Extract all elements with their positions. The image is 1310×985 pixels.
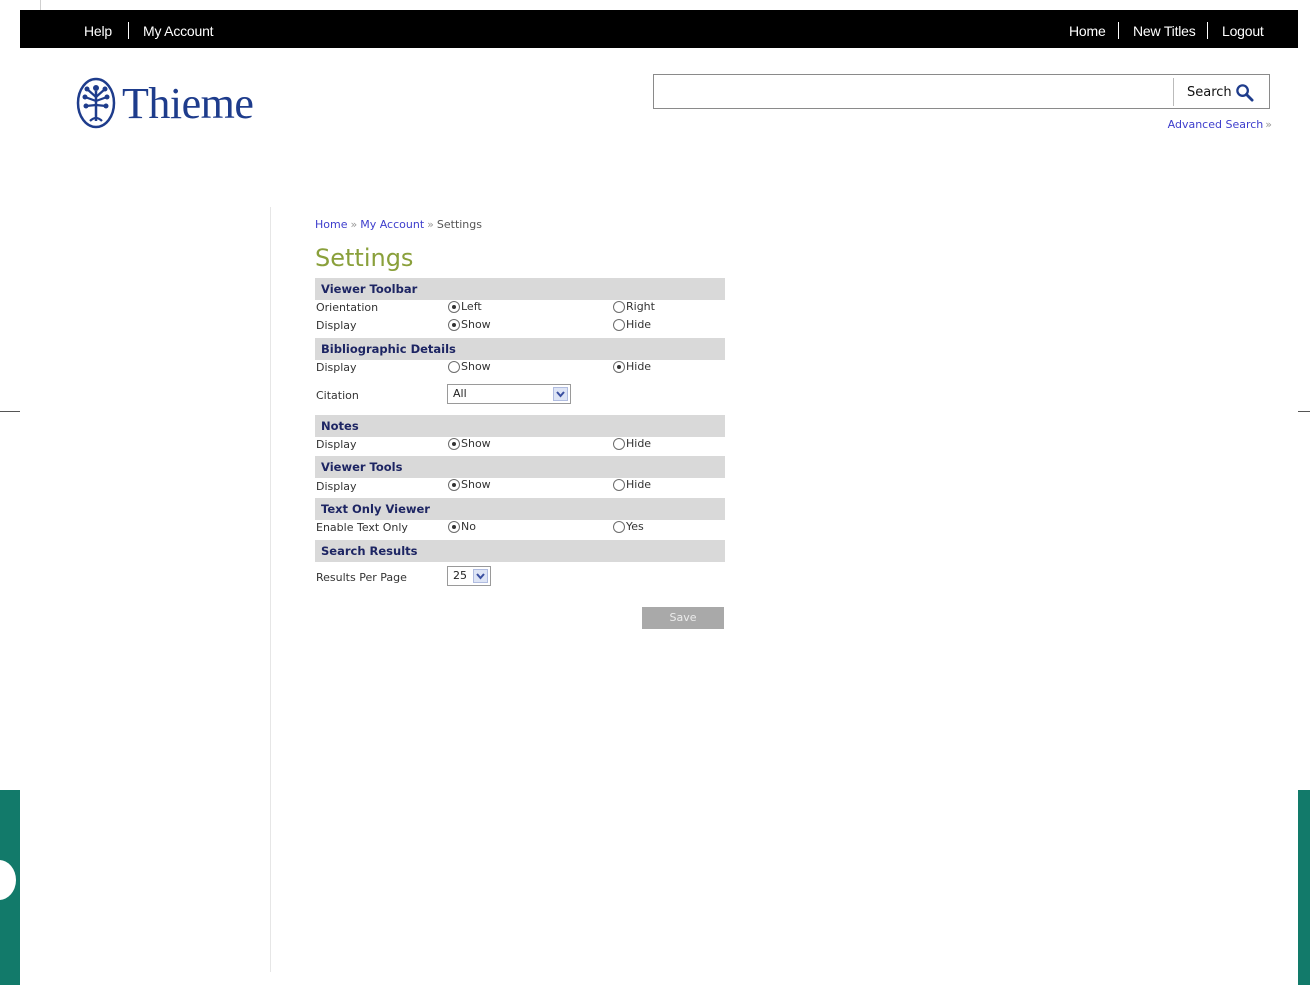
search-divider: [1173, 78, 1174, 106]
arrow-icon: »: [1265, 118, 1272, 131]
radio-bibliographic-show[interactable]: Show: [448, 360, 491, 373]
search-icon: [1235, 83, 1254, 102]
section-header-viewer-tools: Viewer Tools: [315, 456, 725, 478]
logo-text: Thieme: [122, 78, 254, 128]
radio-notes-hide[interactable]: Hide: [613, 437, 651, 450]
notes-display-label: Display: [316, 438, 357, 451]
radio-selected-icon: [613, 360, 625, 373]
breadcrumb-current: Settings: [436, 218, 482, 231]
citation-select[interactable]: All: [447, 384, 571, 404]
nav-divider: [1207, 22, 1208, 39]
radio-viewer-tools-show[interactable]: Show: [448, 478, 491, 491]
radio-orientation-right[interactable]: Right: [613, 300, 655, 313]
background-decoration: [1298, 790, 1310, 985]
chevron-down-icon: [553, 387, 568, 401]
radio-label: Hide: [626, 437, 652, 450]
radio-toolbar-show[interactable]: Show: [448, 318, 491, 331]
radio-label: Yes: [626, 520, 644, 533]
search-box: Search: [653, 74, 1270, 109]
section-header-bibliographic-details: Bibliographic Details: [315, 338, 725, 360]
radio-label: Hide: [626, 318, 652, 331]
results-per-page-label: Results Per Page: [316, 571, 407, 584]
frame-line: [0, 411, 20, 412]
nav-divider: [1118, 22, 1119, 39]
advanced-search-label: Advanced Search: [1167, 118, 1264, 131]
radio-label: Show: [461, 478, 491, 491]
orientation-label: Orientation: [316, 301, 379, 314]
search-button-label: Search: [1187, 84, 1232, 100]
radio-unselected-icon: [613, 478, 625, 491]
section-header-search-results: Search Results: [315, 540, 725, 562]
advanced-search-link[interactable]: Advanced Search»: [1168, 118, 1272, 131]
radio-selected-icon: [448, 318, 460, 331]
new-titles-link[interactable]: New Titles: [1133, 23, 1196, 39]
radio-selected-icon: [448, 300, 460, 313]
frame-line: [1298, 411, 1310, 412]
radio-label: Hide: [626, 478, 652, 491]
citation-select-value: All: [453, 387, 467, 400]
results-per-page-select[interactable]: 25: [447, 566, 491, 586]
search-button[interactable]: Search: [1187, 82, 1254, 102]
breadcrumb-separator: »: [427, 218, 434, 231]
search-input[interactable]: [656, 77, 1171, 106]
radio-label: Show: [461, 437, 491, 450]
section-header-notes: Notes: [315, 415, 725, 437]
top-nav-bar: Help My Account Home New Titles Logout: [20, 10, 1298, 48]
radio-orientation-left[interactable]: Left: [448, 300, 482, 313]
save-button[interactable]: Save: [642, 607, 724, 629]
page-title: Settings: [315, 244, 414, 272]
home-link[interactable]: Home: [1069, 23, 1106, 39]
citation-label: Citation: [316, 389, 359, 402]
radio-label: No: [461, 520, 476, 533]
breadcrumb-my-account[interactable]: My Account: [360, 218, 424, 231]
my-account-link[interactable]: My Account: [143, 23, 214, 39]
radio-text-only-no[interactable]: No: [448, 520, 476, 533]
radio-notes-show[interactable]: Show: [448, 437, 491, 450]
bibliographic-display-label: Display: [316, 361, 357, 374]
radio-toolbar-hide[interactable]: Hide: [613, 318, 651, 331]
viewer-tools-display-label: Display: [316, 480, 357, 493]
logout-link[interactable]: Logout: [1222, 23, 1264, 39]
radio-text-only-yes[interactable]: Yes: [613, 520, 644, 533]
radio-unselected-icon: [613, 520, 625, 533]
column-divider: [270, 207, 271, 972]
logo[interactable]: Thieme: [76, 76, 254, 130]
settings-content: Home» My Account» Settings Settings Viewer…: [315, 218, 725, 629]
radio-unselected-icon: [613, 318, 625, 331]
results-per-page-value: 25: [453, 569, 467, 582]
radio-selected-icon: [448, 478, 460, 491]
nav-divider: [128, 22, 129, 39]
breadcrumb-home[interactable]: Home: [315, 218, 347, 231]
radio-label: Left: [461, 300, 482, 313]
breadcrumb-separator: »: [350, 218, 358, 231]
radio-unselected-icon: [613, 437, 625, 450]
radio-label: Right: [626, 300, 655, 313]
radio-unselected-icon: [448, 360, 460, 373]
radio-label: Show: [461, 360, 491, 373]
page: Help My Account Home New Titles Logout T…: [20, 10, 1298, 985]
section-header-text-only-viewer: Text Only Viewer: [315, 498, 725, 520]
frame-line: [40, 0, 41, 10]
radio-label: Hide: [626, 360, 652, 373]
breadcrumb: Home» My Account» Settings: [315, 218, 725, 232]
enable-text-only-label: Enable Text Only: [316, 521, 408, 534]
help-link[interactable]: Help: [84, 23, 112, 39]
radio-label: Show: [461, 318, 491, 331]
radio-selected-icon: [448, 520, 460, 533]
background-decoration: [0, 790, 20, 985]
section-header-viewer-toolbar: Viewer Toolbar: [315, 278, 725, 300]
radio-bibliographic-hide[interactable]: Hide: [613, 360, 651, 373]
toolbar-display-label: Display: [316, 319, 357, 332]
radio-unselected-icon: [613, 300, 625, 313]
radio-selected-icon: [448, 437, 460, 450]
thieme-tree-icon: [76, 77, 116, 129]
chevron-down-icon: [473, 569, 488, 583]
radio-viewer-tools-hide[interactable]: Hide: [613, 478, 651, 491]
